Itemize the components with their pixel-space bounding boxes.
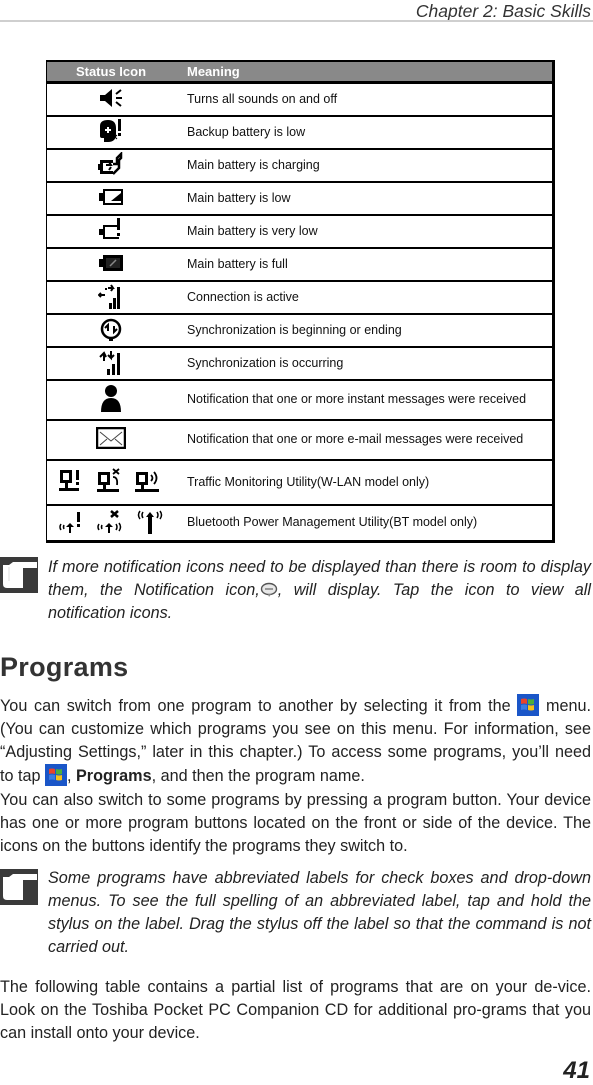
bt-off-icon [96,509,126,534]
email-icon [96,427,126,449]
instant-message-icon [99,383,123,413]
meaning-cell: Connection is active [175,279,554,314]
table-row: Bluetooth Power Management Utility(BT mo… [46,503,554,542]
status-icon-cell [46,418,175,460]
battery-full-icon [97,253,125,273]
icon-group [99,383,123,413]
running-head: Chapter 2: Basic Skills [415,1,591,21]
programs-menu-label: Programs [76,767,152,785]
wlan-disconnected-icon [97,467,125,494]
table-row: Notification that one or more instant me… [46,378,554,420]
meaning-cell: Traffic Monitoring Utility(W-LAN model o… [175,458,554,505]
status-icon-cell [46,114,175,149]
tip-note-notification: If more notification icons need to be di… [0,556,593,625]
table-row: Main battery is charging [46,147,554,182]
pointing-hand-icon [0,557,38,593]
paragraph-program-buttons: You can also switch to some programs by … [0,791,591,855]
icon-group [98,283,124,309]
meaning-cell: Bluetooth Power Management Utility(BT mo… [175,503,554,542]
section-title-programs: Programs [0,652,129,682]
notification-bubble-icon[interactable] [260,582,278,598]
status-icon-cell [46,503,175,542]
paragraph1-text-c: , [67,767,76,785]
bt-on-icon [136,509,164,535]
icon-group [97,187,125,207]
table-row: Main battery is low [46,180,554,215]
icon-group [97,253,125,273]
status-icon-table: Status Icon Meaning Turns all sounds on … [46,60,555,543]
icon-group [58,509,164,535]
header-rule [0,20,593,22]
table-row: Notification that one or more e-mail mes… [46,418,554,460]
bt-alert-icon [58,510,86,534]
windows-start-icon[interactable] [45,764,67,786]
meaning-cell: Turns all sounds on and off [187,91,338,106]
status-icon-cell [46,345,175,380]
connection-active-icon [98,283,124,309]
status-icon-cell [46,213,175,248]
icon-group [98,118,124,144]
paragraph1-text-a: You can switch from one program to anoth… [0,697,518,715]
page-number: 41 [563,1057,590,1084]
backup-battery-low-icon [98,118,124,144]
pointing-hand-icon [0,869,38,905]
meaning-cell: Synchronization is beginning or ending [175,312,554,347]
icon-group [99,317,123,341]
icon-group [97,217,125,243]
icon-group [96,427,126,449]
note2-text: Some programs have abbreviated labels fo… [48,869,591,956]
meaning-cell: Main battery is charging [175,147,554,182]
table-header-row: Status Icon Meaning [46,61,554,84]
paragraph-program-list-intro: The following table contains a partial l… [0,978,591,1042]
sync-begin-end-icon [99,317,123,341]
meaning-cell: Notification that one or more e-mail mes… [175,418,554,460]
windows-start-icon[interactable] [517,694,540,716]
icon-group [59,467,163,494]
tip-note-abbreviated-labels: Some programs have abbreviated labels fo… [0,867,593,959]
meaning-cell: Main battery is low [175,180,554,215]
status-icon-cell [46,378,175,420]
paragraph1-text-d: , and then the program name. [151,767,365,785]
status-icon-cell [47,83,176,116]
meaning-cell: Notification that one or more instant me… [175,378,554,420]
status-icon-cell [46,246,175,281]
column-header-meaning: Meaning [175,61,554,84]
status-icon-cell [46,279,175,314]
table-row: Traffic Monitoring Utility(W-LAN model o… [46,458,554,505]
wlan-alert-icon [59,468,87,494]
battery-low-icon [97,187,125,207]
sync-occurring-icon [98,349,124,375]
icon-group [98,349,124,375]
table-row: Main battery is full [46,246,554,281]
status-icon-cell [46,458,175,505]
column-header-status-icon: Status Icon [46,61,175,84]
meaning-cell: Backup battery is low [175,114,554,149]
battery-very-low-icon [97,217,125,243]
status-icon-cell [46,312,175,347]
table-row: Synchronization is occurring [46,345,554,380]
table-row: Backup battery is low [46,114,554,149]
table-row: Turns all sounds on and off [47,83,554,116]
icon-group [98,87,124,109]
meaning-cell: Main battery is full [175,246,554,281]
icon-group [98,151,124,176]
meaning-cell: Synchronization is occurring [175,345,554,380]
table-row: Main battery is very low [46,213,554,248]
meaning-cell: Main battery is very low [175,213,554,248]
status-icon-cell [46,180,175,215]
table-row: Connection is active [46,279,554,314]
battery-charging-icon [98,151,124,176]
paragraph-switch-programs: You can switch from one program to anoth… [0,694,591,788]
speaker-icon [98,87,124,109]
table-row: Synchronization is beginning or ending [46,312,554,347]
wlan-active-icon [135,468,163,494]
status-icon-cell [46,147,175,182]
